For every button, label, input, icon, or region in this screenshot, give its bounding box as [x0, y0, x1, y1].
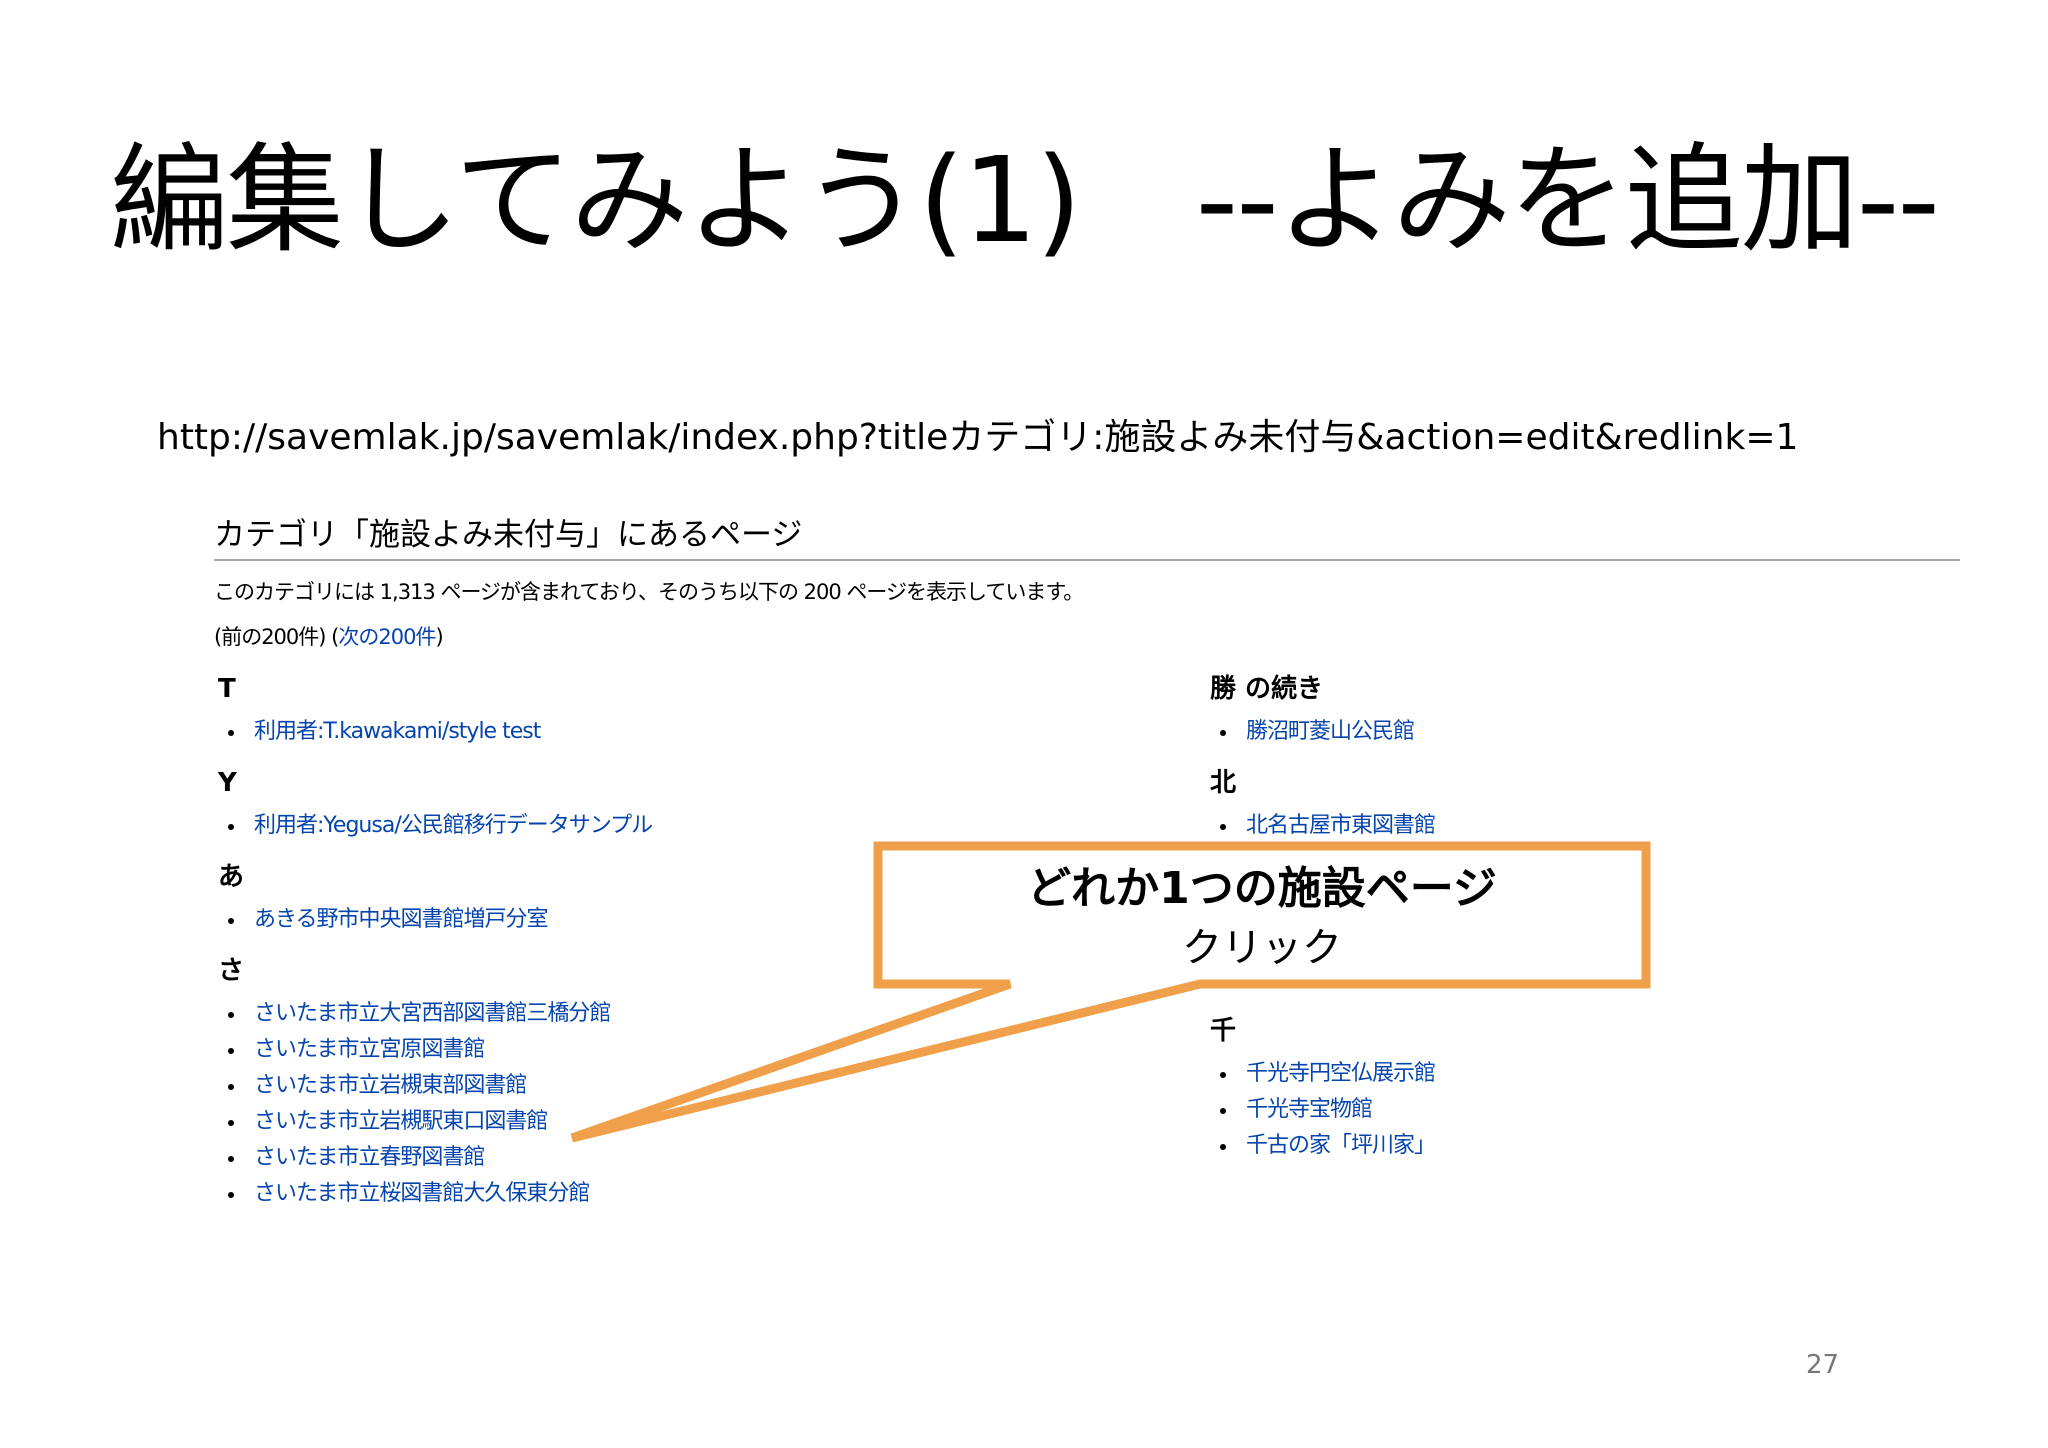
- callout-subtitle: クリック: [1182, 925, 1342, 971]
- callout-box: どれか1つの施設ページ クリック: [878, 846, 1646, 984]
- page-number: 27: [1806, 1350, 1840, 1380]
- callout-title: どれか1つの施設ページ: [1027, 863, 1497, 914]
- callout-shape: [570, 841, 1651, 1143]
